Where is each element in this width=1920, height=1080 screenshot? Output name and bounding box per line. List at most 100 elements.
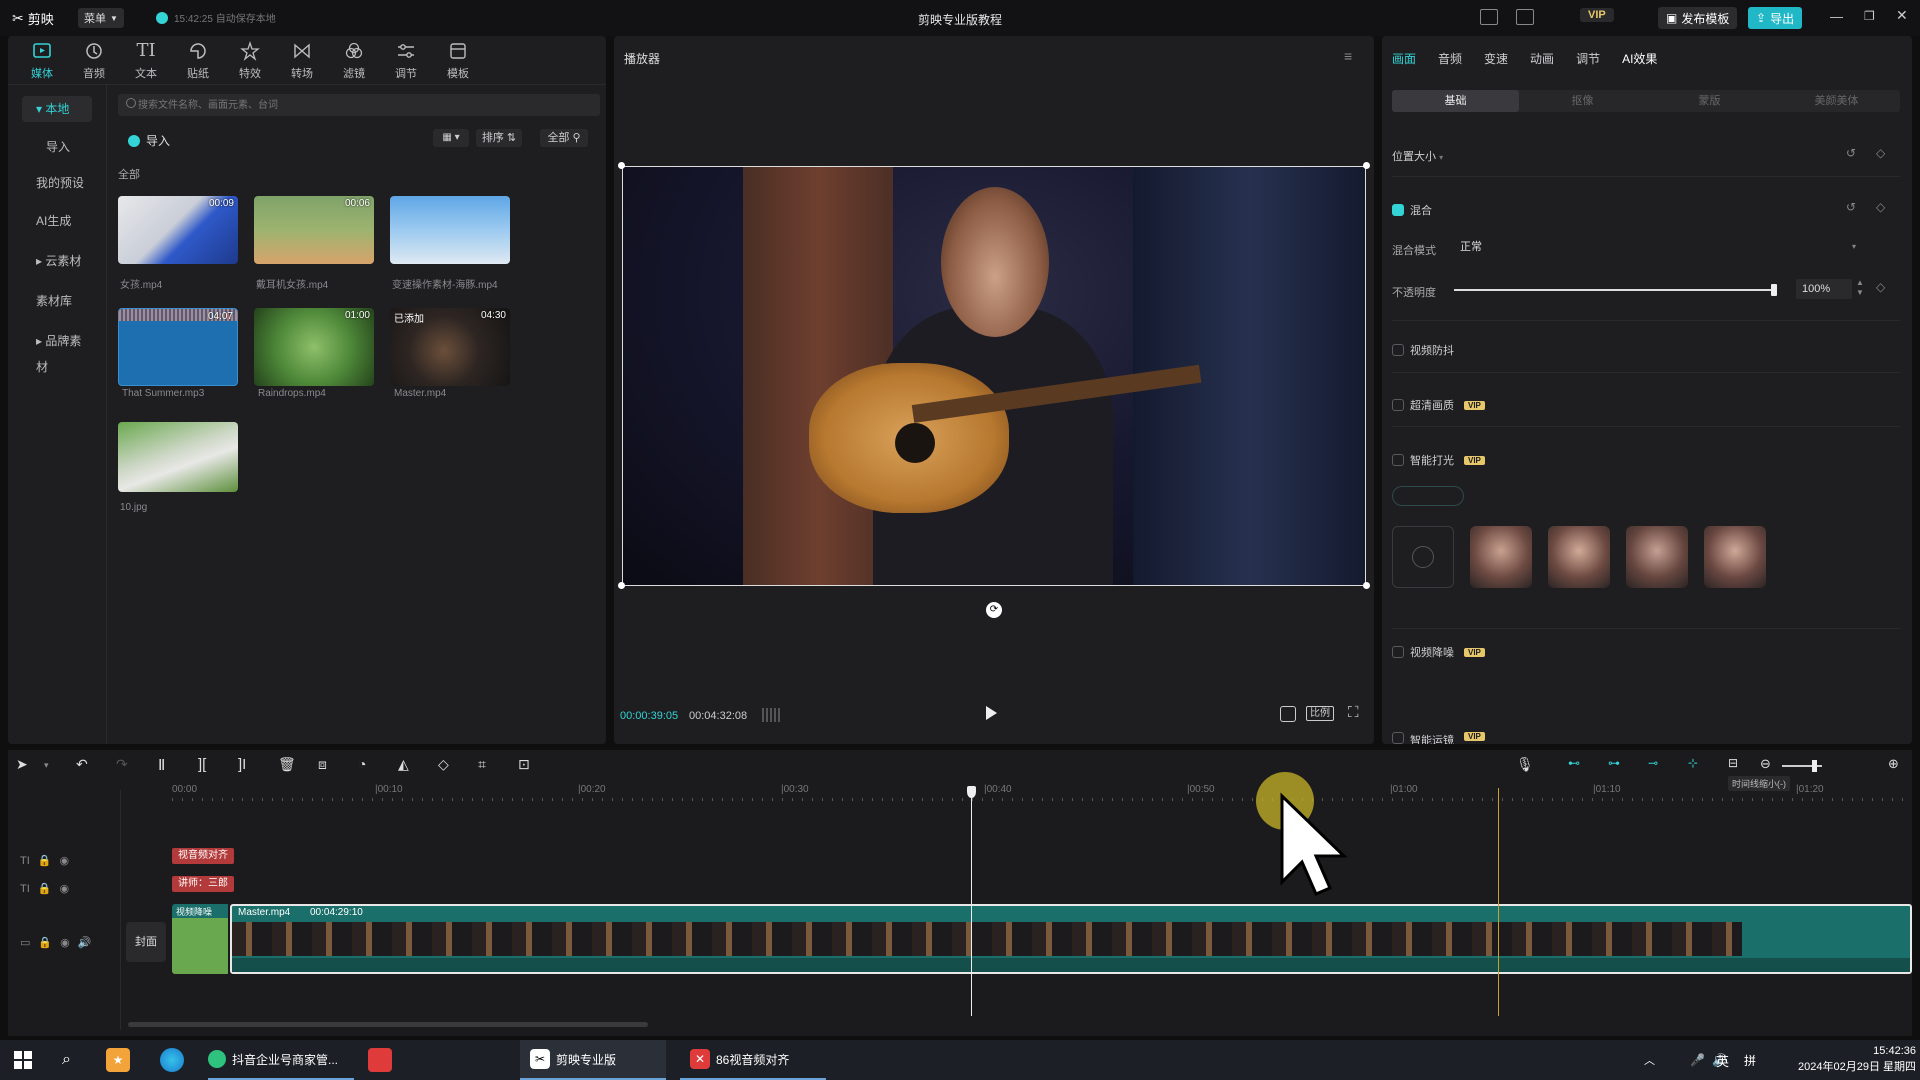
blend-checkbox[interactable] <box>1392 204 1404 216</box>
sidebar-item-local[interactable]: ▾ 本地 <box>22 96 92 122</box>
app-red-icon[interactable] <box>368 1040 392 1080</box>
redo-icon[interactable]: ↷ <box>116 756 136 776</box>
opacity-input[interactable]: 100% <box>1796 279 1852 299</box>
align-icon[interactable]: ⊹ <box>1688 756 1708 776</box>
taskbar-app-capcut[interactable]: ✂ 剪映专业版 <box>520 1040 666 1080</box>
search-input[interactable] <box>138 94 588 116</box>
publish-template-button[interactable]: ▣ 发布模板 <box>1658 7 1738 29</box>
ime-mode-indicator[interactable]: 拼 <box>1744 1040 1756 1080</box>
pre-video-clip[interactable]: 视频降噪 <box>172 904 228 974</box>
light-option-chip[interactable] <box>1392 486 1464 506</box>
layout-icon[interactable] <box>1516 9 1534 25</box>
close-icon[interactable]: ✕ <box>1896 7 1908 24</box>
toolbar-adjust[interactable]: 调节 <box>380 40 432 81</box>
microphone-icon[interactable]: 🎙 <box>1516 756 1536 776</box>
filter-button[interactable]: 全部 ⚲ <box>540 129 588 147</box>
motion-checkbox[interactable] <box>1392 732 1404 744</box>
screenshot-icon[interactable] <box>1280 706 1296 722</box>
super-res-checkbox[interactable] <box>1392 399 1404 411</box>
toolbar-filter[interactable]: 滤镜 <box>328 40 380 81</box>
zoom-in-icon[interactable]: ⊕ <box>1888 756 1908 776</box>
playhead-handle[interactable] <box>967 786 976 798</box>
ime-indicator[interactable]: 英 <box>1716 1040 1729 1080</box>
stepper-icon[interactable]: ▲ ▼ <box>1856 278 1864 298</box>
denoise-checkbox[interactable] <box>1392 646 1404 658</box>
resize-handle[interactable] <box>1363 582 1370 589</box>
light-preset-2[interactable] <box>1548 526 1610 588</box>
light-preset-1[interactable] <box>1470 526 1532 588</box>
select-tool-icon[interactable]: ➤ <box>16 756 36 776</box>
media-thumb-headphone-girl[interactable]: 00:06 <box>254 196 374 264</box>
taskbar-app-douyin[interactable]: 抖音企业号商家管... <box>208 1040 354 1080</box>
subtab-basic[interactable]: 基础 <box>1392 90 1519 112</box>
tray-chevron-icon[interactable]: ︿ <box>1644 1040 1655 1080</box>
sidebar-item-cloud[interactable]: ▸ 云素材 <box>22 248 92 274</box>
position-size-section[interactable]: 位置大小 ▾ <box>1392 148 1443 164</box>
horizontal-scrollbar[interactable] <box>128 1022 648 1027</box>
video-clip[interactable]: Master.mp4 00:04:29:10 <box>230 904 1912 974</box>
subtab-mask[interactable]: 蒙版 <box>1646 90 1773 112</box>
light-preset-3[interactable] <box>1626 526 1688 588</box>
export-button[interactable]: ⇪ 导出 <box>1748 7 1803 29</box>
stabilize-checkbox[interactable] <box>1392 344 1404 356</box>
timeline-ruler[interactable]: 00:00 |00:10 |00:20 |00:30 |00:40 |00:50 |01:0… <box>172 784 1912 802</box>
text-clip[interactable]: 讲师：三郎 <box>172 876 234 892</box>
lock-icon[interactable]: 🔒 <box>38 936 52 949</box>
delete-icon[interactable]: 🗑 <box>278 756 298 776</box>
mic-tray-icon[interactable]: 🎤 <box>1690 1040 1705 1080</box>
toolbar-audio[interactable]: 音频 <box>68 40 120 81</box>
fit-icon[interactable]: ⊟ <box>1728 756 1748 776</box>
toolbar-text[interactable]: TI 文本 <box>120 40 172 81</box>
rotate-icon[interactable]: ⟳ <box>986 602 1002 618</box>
eye-icon[interactable]: ◉ <box>60 936 70 949</box>
freeze-icon[interactable]: ⧈ <box>318 756 338 776</box>
taskbar-app-project[interactable]: ✕ 86视音频对齐 <box>680 1040 826 1080</box>
tab-animation[interactable]: 动画 <box>1530 50 1554 67</box>
media-thumb-girl[interactable]: 00:09 <box>118 196 238 264</box>
restore-icon[interactable]: ❐ <box>1864 9 1875 23</box>
super-res-section[interactable]: 超清画质 VIP <box>1392 397 1485 413</box>
zoom-slider-handle[interactable] <box>1812 760 1817 772</box>
minimize-icon[interactable]: — <box>1830 9 1843 24</box>
edge-browser-icon[interactable] <box>160 1040 184 1080</box>
tab-picture[interactable]: 画面 <box>1392 50 1416 67</box>
hamburger-icon[interactable]: ≡ <box>1344 48 1352 64</box>
toolbar-sticker[interactable]: 贴纸 <box>172 40 224 81</box>
zoom-out-icon[interactable]: ⊖ <box>1760 756 1780 776</box>
preview-axis-icon[interactable]: ⊸ <box>1648 756 1668 776</box>
media-thumb-master[interactable]: 已添加 04:30 <box>390 308 510 386</box>
crop-icon[interactable]: ⌗ <box>478 756 498 776</box>
fullscreen-icon[interactable]: ⛶ <box>1348 704 1359 721</box>
reset-icon[interactable]: ↺ <box>1846 200 1856 214</box>
tab-audio[interactable]: 音频 <box>1438 50 1462 67</box>
toolbar-template[interactable]: 模板 <box>432 40 484 81</box>
split-right-icon[interactable]: ]I <box>238 756 258 776</box>
undo-icon[interactable]: ↶ <box>76 756 96 776</box>
light-preset-4[interactable] <box>1704 526 1766 588</box>
smart-light-section[interactable]: 智能打光 VIP <box>1392 452 1485 468</box>
resize-handle[interactable] <box>1363 162 1370 169</box>
search-icon[interactable]: ⌕ <box>62 1040 71 1080</box>
stabilize-section[interactable]: 视频防抖 <box>1392 342 1454 358</box>
media-thumb-audio[interactable]: 04:07 <box>118 308 238 386</box>
resize-handle[interactable] <box>618 582 625 589</box>
keyframe-icon[interactable]: ◇ <box>1876 200 1885 214</box>
sort-button[interactable]: 排序 ⇅ <box>476 129 522 147</box>
eye-icon[interactable]: ◉ <box>59 882 69 895</box>
tab-ai-effects[interactable]: AI效果 <box>1622 50 1657 67</box>
opacity-slider[interactable] <box>1454 284 1777 296</box>
chevron-down-icon[interactable]: ▾ <box>44 760 64 780</box>
magnet-icon[interactable]: ⊷ <box>1568 756 1588 776</box>
app-star-icon[interactable]: ★ <box>106 1040 130 1080</box>
video-preview[interactable] <box>622 166 1366 586</box>
toolbar-media[interactable]: 媒体 <box>16 40 68 81</box>
sidebar-item-ai[interactable]: AI生成 <box>22 208 92 234</box>
reset-icon[interactable]: ↺ <box>1846 146 1856 160</box>
text-clip[interactable]: 视音频对齐 <box>172 848 234 864</box>
denoise-section[interactable]: 视频降噪 VIP <box>1392 644 1485 660</box>
lock-icon[interactable]: 🔒 <box>38 882 52 895</box>
keyboard-icon[interactable] <box>1480 9 1498 25</box>
sidebar-item-presets[interactable]: 我的预设 <box>22 170 92 196</box>
split-icon[interactable]: Ⅱ <box>158 756 178 776</box>
cover-button[interactable]: 封面 <box>126 922 166 962</box>
